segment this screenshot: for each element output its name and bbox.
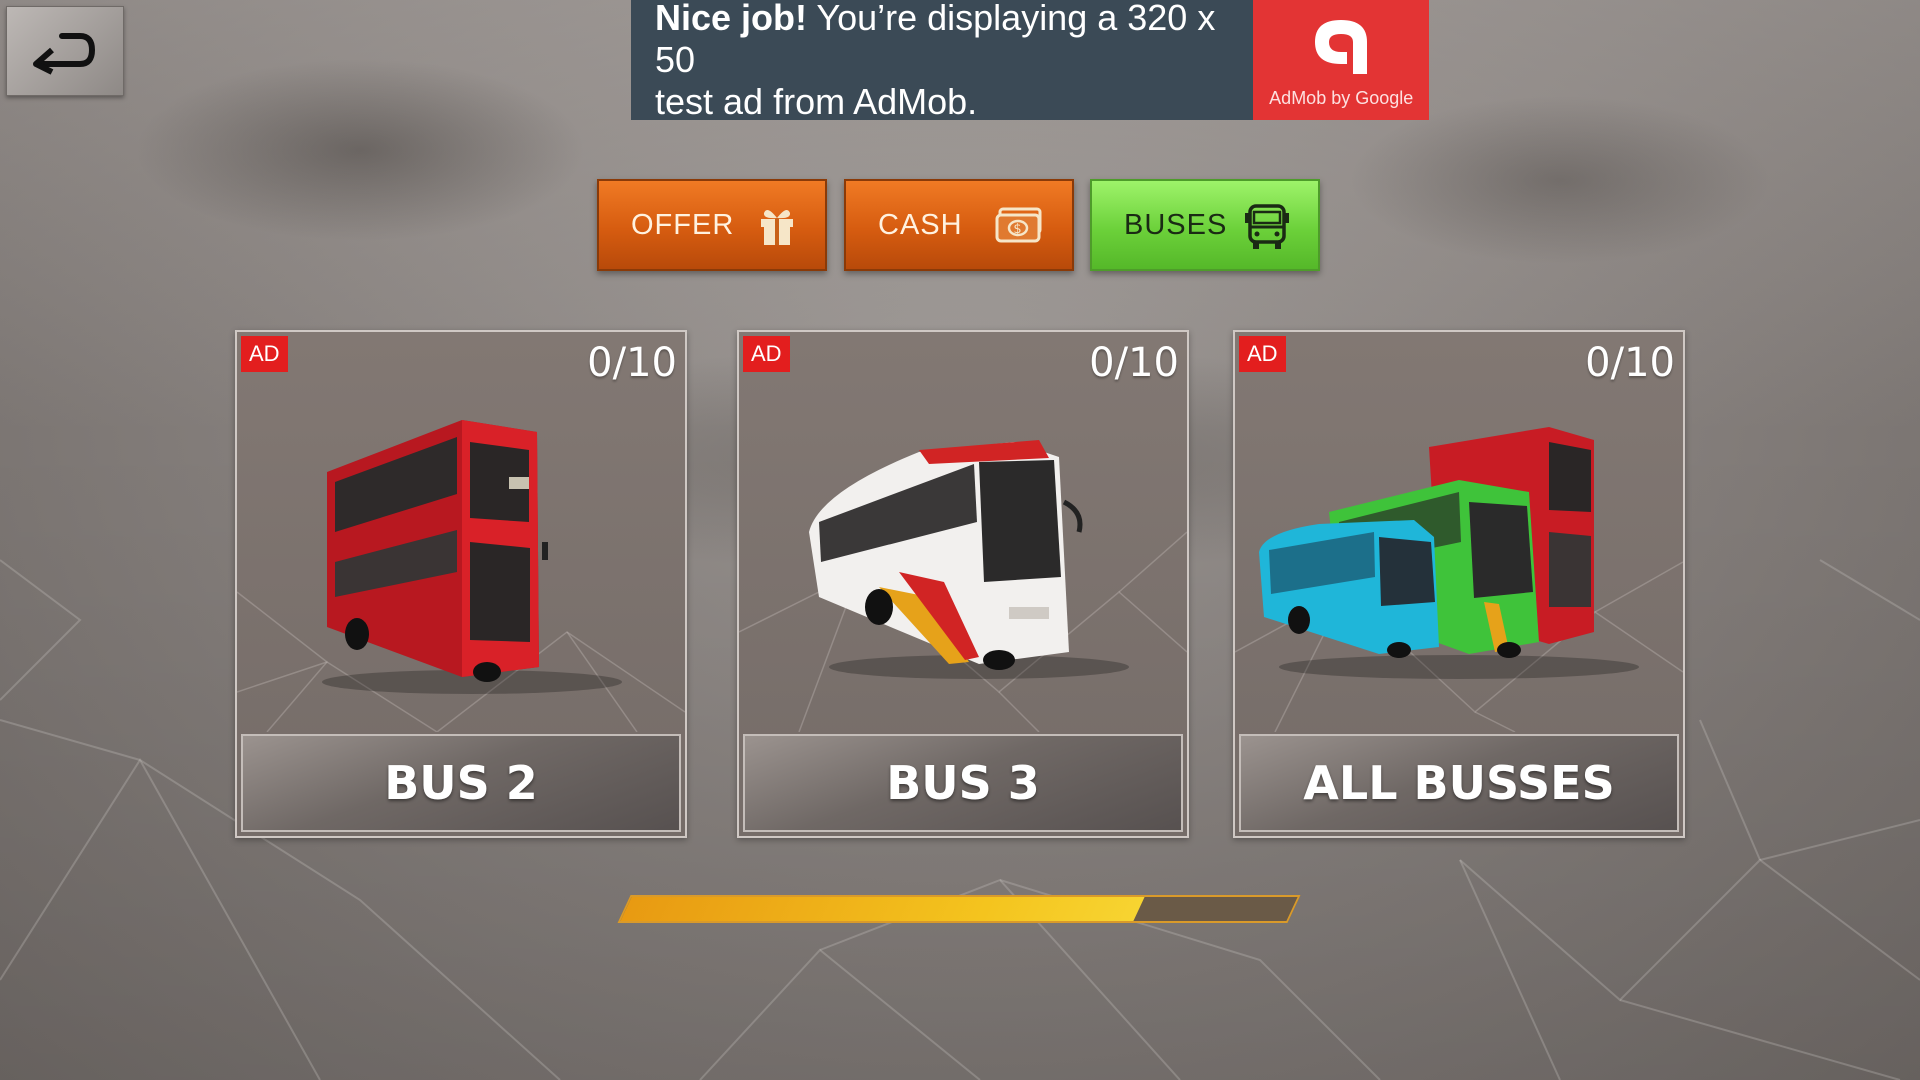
ad-badge: AD: [743, 336, 790, 372]
loading-progress-bar: [617, 895, 1301, 923]
tab-buses-label: BUSES: [1124, 208, 1228, 241]
gift-icon: [761, 209, 793, 245]
card-label[interactable]: BUS 2: [241, 734, 681, 832]
ad-line-1: Nice job! You’re displaying a 320 x 50: [655, 0, 1253, 81]
bus-icon: [1245, 204, 1289, 249]
ad-badge: AD: [241, 336, 288, 372]
svg-text:$: $: [1013, 222, 1022, 237]
all-busses-image: [1259, 427, 1639, 679]
tab-offer-label: OFFER: [631, 208, 735, 241]
bus-card-bus-2[interactable]: AD 0/10 BUS 2: [235, 330, 687, 838]
admob-logo[interactable]: AdMob by Google: [1253, 0, 1429, 120]
bus-card-all-busses[interactable]: AD 0/10 ALL BUSSES: [1233, 330, 1685, 838]
ad-banner[interactable]: Nice job! You’re displaying a 320 x 50 t…: [631, 0, 1429, 122]
tab-cash-label: CASH: [878, 208, 963, 241]
admob-caption: AdMob by Google: [1269, 87, 1414, 108]
progress-bar-fill: [620, 897, 1145, 921]
card-label[interactable]: BUS 3: [743, 734, 1183, 832]
red-double-decker-bus-image: [322, 420, 622, 694]
tab-cash[interactable]: CASH $: [844, 179, 1074, 271]
ad-headline: Nice job!: [655, 0, 808, 38]
ad-banner-text[interactable]: Nice job! You’re displaying a 320 x 50 t…: [631, 0, 1254, 122]
tab-buses[interactable]: BUSES: [1090, 179, 1320, 271]
card-label[interactable]: ALL BUSSES: [1239, 734, 1679, 832]
admob-icon: [1315, 19, 1368, 74]
tab-offer[interactable]: OFFER: [597, 179, 827, 271]
back-button[interactable]: [6, 6, 124, 96]
card-progress-count: 0/10: [587, 340, 677, 386]
ad-line-2: test ad from AdMob.: [655, 81, 978, 122]
back-arrow-icon: [33, 33, 96, 75]
white-coach-bus-image: [809, 440, 1129, 679]
card-progress-count: 0/10: [1585, 340, 1675, 386]
card-progress-count: 0/10: [1089, 340, 1179, 386]
ad-badge: AD: [1239, 336, 1286, 372]
cash-icon: $: [995, 207, 1042, 243]
bus-card-bus-3[interactable]: AD 0/10 BUS 3: [737, 330, 1189, 838]
